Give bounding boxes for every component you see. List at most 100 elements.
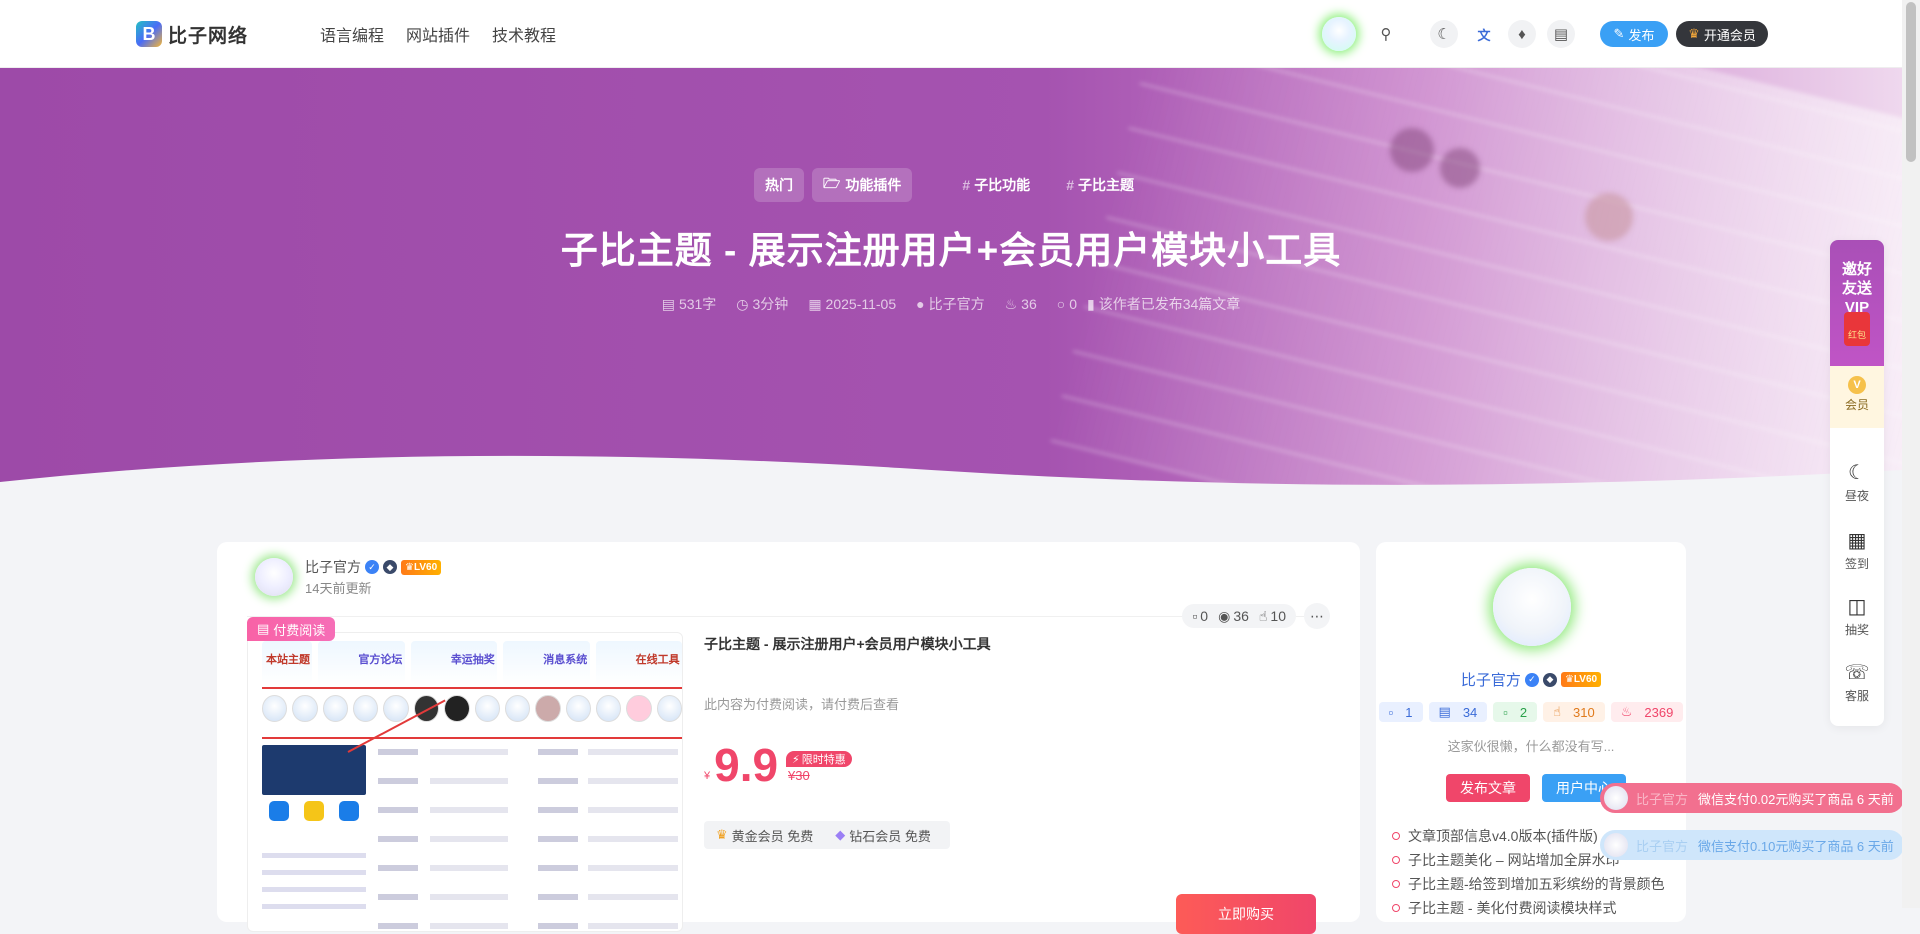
original-price: ¥30 — [788, 768, 810, 783]
moon-icon: ☾ — [1848, 462, 1866, 484]
verified-icon: ✓ — [365, 560, 379, 574]
price: ¥ 9.9 — [704, 739, 779, 791]
vip-button[interactable]: ♛ 开通会员 — [1676, 21, 1768, 47]
float-night-toggle[interactable]: ☾ 昼夜 — [1830, 460, 1884, 504]
hero-blur-avatar — [1390, 128, 1434, 172]
nav-item-plugins[interactable]: 网站插件 — [406, 22, 470, 46]
member-free-box: ♛ 黄金会员 免费 ◆ 钻石会员 免费 — [704, 821, 950, 849]
doc-icon: ▤ — [661, 295, 675, 312]
moon-icon[interactable]: ☾ — [1430, 20, 1458, 48]
level-badge: ♛ LV60 — [401, 559, 442, 575]
buy-now-button[interactable]: 立即购买 — [1176, 894, 1316, 934]
updated-time: 14天前更新 — [305, 581, 372, 596]
post-thumbnail[interactable]: 本站主题 官方论坛 幸运抽奖 消息系统 在线工具 — [247, 632, 683, 932]
publish-button[interactable]: ✎ 发布 — [1600, 21, 1668, 47]
logo-text: 比子网络 — [168, 25, 249, 47]
purchase-toast: 比子官方 微信支付0.10元购买了商品 6 天前 — [1600, 830, 1904, 860]
diamond-icon: ◆ — [835, 827, 846, 842]
level-badge: ♛ LV60 — [1560, 672, 1602, 687]
bell-icon[interactable]: ♦ — [1508, 20, 1536, 48]
doc-icon: ▤ — [1438, 704, 1451, 719]
float-checkin[interactable]: ▦ 签到 — [1830, 528, 1884, 572]
fire-icon: ♨ — [1004, 295, 1018, 312]
thumb-up-icon: ☝ — [1553, 704, 1562, 719]
stat-posts-comments: ▫ 1 — [1378, 702, 1423, 722]
thumb-up-icon: ☝ — [1258, 607, 1268, 624]
floating-toolbar: 邀好友送VIP 红包 V 会员 ☾ 昼夜 ▦ 签到 ◫ 抽奖 ☏ 客服 — [1830, 240, 1884, 726]
stat-comments: ▫ 0 — [1192, 608, 1209, 624]
paid-read-badge: ▤ 付费阅读 — [247, 617, 336, 641]
author-name[interactable]: 比子官方 — [305, 557, 361, 577]
translate-icon[interactable]: 文 — [1470, 20, 1498, 48]
invite-vip-banner[interactable]: 邀好友送VIP — [1830, 240, 1884, 366]
stat-articles: ▤ 34 — [1428, 702, 1488, 722]
diamond-member-free: ◆ 钻石会员 免费 — [835, 827, 931, 844]
scrollbar[interactable] — [1902, 0, 1920, 908]
thumb-rows — [378, 749, 678, 931]
verified-icon: ✓ — [1524, 672, 1539, 687]
topic-zibi-theme[interactable]: # 子比主题 — [1052, 168, 1148, 202]
stat-likes[interactable]: ☝ 10 — [1259, 608, 1286, 625]
author-name-row: 比子官方 ✓ ◆ ♛ LV60 — [305, 557, 442, 577]
meta-date: ▦ 2025-11-05 — [808, 295, 897, 313]
meta-read-time: ◷ 3分钟 — [736, 295, 789, 313]
site-logo[interactable]: B 比子网络 — [136, 18, 248, 50]
float-service[interactable]: ☏ 客服 — [1830, 660, 1884, 704]
post-title: 子比主题 - 展示注册用户+会员用户模块小工具 — [560, 230, 1342, 271]
float-vip[interactable]: V 会员 — [1830, 366, 1884, 428]
more-options-icon[interactable]: ⋯ — [1304, 603, 1330, 629]
sidebar-author-avatar[interactable] — [1493, 568, 1571, 646]
topic-zibi-function[interactable]: # 子比功能 — [948, 168, 1044, 202]
author-avatar[interactable] — [255, 558, 293, 596]
calendar-icon: ▦ — [808, 295, 822, 312]
logo-icon: B — [136, 21, 162, 47]
limited-offer-badge: ⚡ 限时特惠 — [786, 751, 852, 767]
comment-icon: ○ — [1056, 296, 1066, 312]
top-navbar: B 比子网络 语言编程 网站插件 技术教程 ⚲ ☾ 文 ♦ ▤ ✎ 发布 ♛ 开… — [0, 0, 1902, 68]
tag-hot[interactable]: 热门 — [754, 168, 805, 202]
bookmark-icon: ▮ — [1087, 295, 1095, 312]
post-meta: ▤ 531字 ◷ 3分钟 ▦ 2025-11-05 ● 比子官方 ♨ 36 ○ 0 ▮ 该作者已… — [0, 294, 1902, 314]
post-tags: 热门 🗁 功能插件 # 子比功能 # 子比主题 — [0, 168, 1902, 202]
search-icon[interactable]: ⚲ — [1372, 20, 1400, 48]
nav-item-tutorials[interactable]: 技术教程 — [492, 22, 556, 46]
vip-icon: V — [1848, 376, 1866, 394]
hero-background-image — [1050, 68, 1902, 500]
thumb-avatars — [262, 695, 682, 727]
comment-icon: ▫ — [1192, 608, 1198, 624]
meta-author[interactable]: ● 比子官方 — [916, 294, 984, 314]
headset-icon: ☏ — [1844, 662, 1870, 684]
publish-article-button[interactable]: 发布文章 — [1446, 774, 1530, 802]
post-card: 比子官方 ✓ ◆ ♛ LV60 14天前更新 ▫ 0 ◉ 36 ☝ 10 ⋯ ▤ 付费阅读… — [217, 542, 1360, 934]
stat-views: ◉ 36 — [1218, 607, 1249, 625]
post-stats: ▫ 0 ◉ 36 ☝ 10 ⋯ — [1182, 603, 1330, 629]
gift-icon: ◫ — [1847, 596, 1867, 618]
clock-icon: ◷ — [736, 295, 749, 312]
author-card: 比子官方 ✓ ◆ ♛ LV60 ▫ 1 ▤ 34 ▫ 2 ☝ 310 ♨ 2369 这家伙很… — [1376, 542, 1686, 922]
cart-icon[interactable]: ▤ — [1547, 20, 1575, 48]
meta-comments: ○ 0 ▮ 该作者已发布34篇文章 — [1056, 295, 1241, 313]
hero-wave — [0, 455, 1902, 500]
list-item[interactable]: 子比主题-给签到增加五彩缤纷的背景颜色 — [1392, 872, 1682, 896]
purchase-toast: 比子官方 微信支付0.02元购买了商品 6 天前 — [1600, 783, 1904, 813]
folder-icon: 🗁 — [823, 175, 841, 191]
thumb-apps — [262, 801, 366, 841]
author-stats: ▫ 1 ▤ 34 ▫ 2 ☝ 310 ♨ 2369 — [1376, 702, 1686, 722]
stat-heat: ♨ 2369 — [1610, 702, 1684, 722]
meta-words: ▤ 531字 — [661, 295, 717, 313]
author-bio: 这家伙很懒，什么都没有写... — [1447, 739, 1615, 754]
chat-icon: ▫ — [1503, 704, 1508, 720]
divider — [247, 616, 1330, 617]
tag-category[interactable]: 🗁 功能插件 — [812, 168, 913, 202]
list-item[interactable]: 子比主题 - 美化付费阅读模块样式 — [1392, 896, 1682, 920]
comment-icon: ▫ — [1388, 704, 1394, 720]
paid-description: 此内容为付费阅读，请付费后查看 — [704, 697, 900, 712]
book-icon: ▤ — [257, 621, 270, 636]
main-nav: 语言编程 网站插件 技术教程 — [320, 22, 556, 46]
user-avatar[interactable] — [1322, 17, 1356, 51]
sidebar-author-name[interactable]: 比子官方 — [1461, 669, 1521, 690]
lightning-icon: ⚡ — [792, 753, 800, 766]
hero-banner: 热门 🗁 功能插件 # 子比功能 # 子比主题 子比主题 - 展示注册用户+会员用户模… — [0, 68, 1902, 500]
nav-item-programming[interactable]: 语言编程 — [320, 22, 384, 46]
float-lottery[interactable]: ◫ 抽奖 — [1830, 594, 1884, 638]
